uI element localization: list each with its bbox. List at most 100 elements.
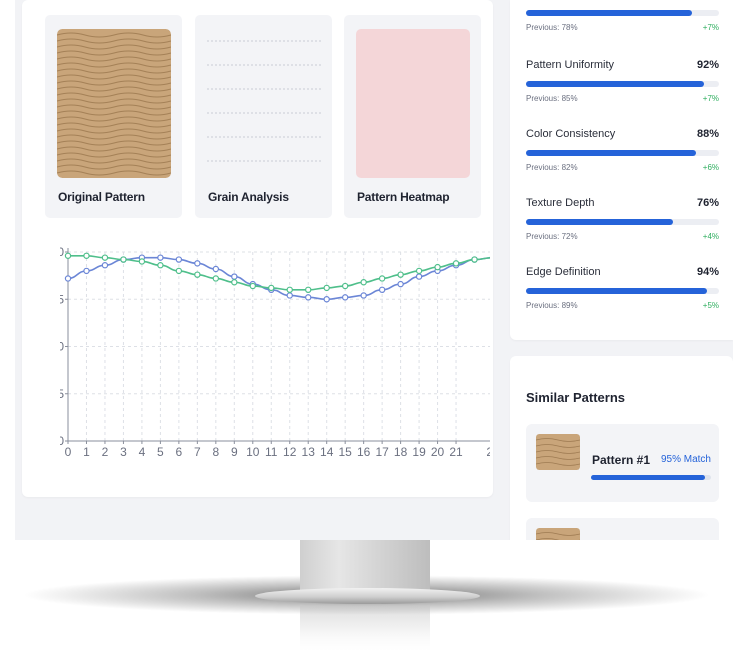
- data-point: [434, 263, 441, 271]
- data-point: [286, 292, 293, 299]
- metric-edge-definition: Edge Definition 94% Previous: 89% +5%: [526, 266, 719, 313]
- metric-previous: Previous: 85%: [526, 94, 578, 103]
- data-point: [157, 254, 164, 261]
- data-point: [157, 262, 164, 269]
- data-point: [101, 262, 109, 269]
- x-tick-label: 20: [431, 445, 445, 459]
- data-point: [120, 256, 127, 263]
- similar-pattern-item[interactable]: [526, 518, 719, 540]
- metric-name: Pattern Uniformity: [526, 59, 615, 71]
- data-point: [138, 258, 146, 265]
- metric-previous: Previous: 78%: [526, 23, 578, 32]
- data-point: [212, 265, 220, 273]
- x-tick-label: 6: [176, 445, 183, 459]
- metric-bar-fill: [526, 10, 692, 16]
- data-point: [341, 282, 349, 290]
- data-point: [101, 254, 109, 261]
- data-point: [212, 275, 220, 282]
- similar-pattern-match: 95% Match: [660, 454, 711, 465]
- metric-bar: [526, 150, 719, 156]
- x-tick-label: 7: [194, 445, 201, 459]
- metric-bar: [526, 81, 719, 87]
- match-bar: [591, 475, 711, 480]
- metric-previous: Previous: 89%: [526, 301, 578, 310]
- data-point: [360, 292, 367, 299]
- metric-value: 88%: [696, 128, 719, 140]
- x-tick-label: 5: [157, 445, 164, 459]
- stand-reflection: [300, 606, 430, 651]
- x-tick-label: 21: [449, 445, 463, 459]
- line-chart: 0255075100012345678910111213141516171819…: [60, 245, 490, 459]
- wood-pattern-image: [57, 29, 171, 178]
- data-point: [378, 286, 386, 294]
- x-tick-label: 13: [302, 445, 316, 459]
- data-point: [452, 260, 460, 267]
- y-tick-label: 75: [60, 292, 64, 306]
- series-line-0: [67, 256, 490, 301]
- x-tick-label: 18: [394, 445, 408, 459]
- metric-name: Edge Definition: [526, 266, 601, 278]
- data-point: [175, 267, 183, 275]
- data-point: [83, 267, 90, 275]
- x-tick-label: 23: [486, 445, 490, 459]
- x-tick-label: 10: [246, 445, 260, 459]
- x-tick-label: 15: [338, 445, 352, 459]
- y-tick-label: 100: [60, 245, 64, 259]
- data-point: [194, 271, 201, 278]
- metric-pattern-uniformity: Pattern Uniformity 92% Previous: 85% +7%: [526, 59, 719, 106]
- tile-pattern-heatmap[interactable]: Pattern Heatmap: [344, 15, 481, 218]
- data-point: [231, 273, 238, 280]
- data-point: [323, 296, 330, 303]
- data-point: [415, 273, 423, 280]
- data-point: [305, 286, 312, 294]
- monitor-screen: Original Pattern Grain Analysis Pattern …: [15, 0, 733, 540]
- data-point: [378, 275, 386, 282]
- metric-name: Texture Depth: [526, 197, 595, 209]
- x-tick-label: 16: [357, 445, 371, 459]
- metric-value: 92%: [696, 59, 719, 71]
- metric-name: Color Consistency: [526, 128, 616, 140]
- data-point: [323, 284, 330, 292]
- metric-previous: Previous: 82%: [526, 163, 578, 172]
- data-point: [175, 256, 183, 263]
- similar-pattern-name: Pattern #1: [592, 453, 651, 467]
- data-point: [286, 286, 293, 294]
- data-point: [83, 252, 90, 259]
- metric-value: 76%: [696, 197, 719, 209]
- x-tick-label: 4: [139, 445, 146, 459]
- data-point: [249, 282, 256, 290]
- x-tick-label: 11: [265, 445, 278, 459]
- data-point: [341, 294, 349, 301]
- pattern-analysis-card: Original Pattern Grain Analysis Pattern …: [22, 0, 493, 497]
- metric-bar-fill: [526, 81, 704, 87]
- x-tick-label: 19: [412, 445, 426, 459]
- metric-delta: +5%: [702, 301, 719, 310]
- data-point: [64, 252, 72, 259]
- data-point: [231, 279, 238, 286]
- data-point: [397, 271, 404, 278]
- metric-value: 94%: [696, 266, 719, 278]
- grain-analysis-lines: [207, 40, 321, 162]
- heatmap-image: [356, 29, 470, 178]
- x-tick-label: 17: [375, 445, 389, 459]
- data-point: [268, 284, 275, 292]
- tile-grain-analysis[interactable]: Grain Analysis: [195, 15, 332, 218]
- metric-delta: +4%: [702, 232, 719, 241]
- x-tick-label: 14: [320, 445, 334, 459]
- tile-label-original: Original Pattern: [58, 190, 145, 204]
- series-line-1: [67, 254, 490, 291]
- x-tick-label: 3: [120, 445, 127, 459]
- tile-original-pattern[interactable]: Original Pattern: [45, 15, 182, 218]
- data-point: [415, 267, 423, 275]
- metric-bar: [526, 10, 719, 16]
- tile-label-heatmap: Pattern Heatmap: [357, 190, 450, 204]
- metric-bar: [526, 219, 719, 225]
- monitor-stand-base: [255, 588, 480, 604]
- metric-color-consistency: Color Consistency 88% Previous: 82% +6%: [526, 128, 719, 175]
- metric-bar: [526, 288, 719, 294]
- x-tick-label: 2: [102, 445, 109, 459]
- similar-pattern-item[interactable]: Pattern #1 95% Match: [526, 424, 719, 502]
- data-point: [471, 256, 478, 263]
- metric-texture-depth: Texture Depth 76% Previous: 72% +4%: [526, 197, 719, 244]
- x-tick-label: 0: [65, 445, 72, 459]
